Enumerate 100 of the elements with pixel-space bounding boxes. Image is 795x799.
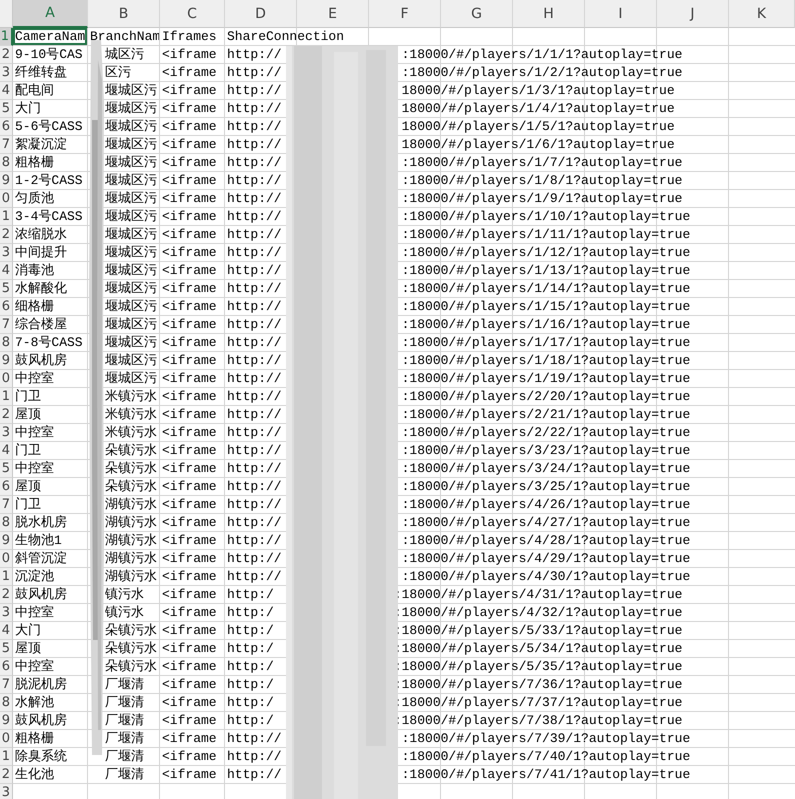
url-text: :18000/#/players/1/11/1?autoplay=true <box>402 226 690 243</box>
row-header[interactable]: 2 <box>0 586 13 604</box>
row-header[interactable]: 5 <box>0 640 13 658</box>
row-header[interactable]: 4 <box>0 622 13 640</box>
row-header[interactable]: 2 <box>0 766 13 784</box>
table-cell-text: 门卫 <box>14 442 42 459</box>
url-text: :18000/#/players/1/7/1?autoplay=true <box>402 154 682 171</box>
row-header[interactable]: 0 <box>0 550 13 568</box>
row-header[interactable]: 8 <box>0 514 13 532</box>
row-header[interactable]: 8 <box>0 694 13 712</box>
row-header[interactable]: 9 <box>0 172 13 190</box>
row-header[interactable]: 1 <box>0 388 13 406</box>
row-header[interactable]: 2 <box>0 406 13 424</box>
column-header[interactable]: G <box>441 0 513 28</box>
row-header[interactable]: 4 <box>0 82 13 100</box>
row-header[interactable]: 2 <box>0 46 13 64</box>
table-cell-text: <iframe <box>161 586 218 603</box>
column-header[interactable]: E <box>297 0 369 28</box>
column-header[interactable]: J <box>657 0 729 28</box>
table-cell-text: 堰城区污 <box>104 226 158 243</box>
table-cell-text: 鼓风机房 <box>14 712 68 729</box>
table-cell-text: <iframe <box>161 262 218 279</box>
row-header[interactable]: 6 <box>0 118 13 136</box>
table-cell-text: 中控室 <box>14 424 55 441</box>
column-header[interactable]: H <box>513 0 585 28</box>
table-cell-text: 屋顶 <box>14 478 42 495</box>
row-header[interactable]: 1 <box>0 568 13 586</box>
url-text: 18000/#/players/1/5/1?autoplay=true <box>402 118 675 135</box>
row-header[interactable]: 1 <box>0 28 13 46</box>
url-text: http:// <box>227 514 282 531</box>
url-text: :18000/#/players/1/1/1?autoplay=true <box>402 46 682 63</box>
row-header[interactable]: 5 <box>0 280 13 298</box>
table-cell-text: <iframe <box>161 100 218 117</box>
url-text: http:// <box>227 748 282 765</box>
url-text: :18000/#/players/5/34/1?autoplay=true <box>394 640 682 657</box>
table-cell-text: <iframe <box>161 118 218 135</box>
url-text: http:// <box>227 766 282 783</box>
row-header[interactable]: 3 <box>0 604 13 622</box>
row-header[interactable]: 9 <box>0 712 13 730</box>
row-header[interactable]: 0 <box>0 370 13 388</box>
row-header[interactable]: 7 <box>0 496 13 514</box>
column-header[interactable]: D <box>225 0 297 28</box>
url-text: http:/ <box>227 604 274 621</box>
url-text: :18000/#/players/1/19/1?autoplay=true <box>402 370 690 387</box>
row-header[interactable]: 3 <box>0 64 13 82</box>
row-header[interactable]: 8 <box>0 154 13 172</box>
row-header[interactable]: 0 <box>0 730 13 748</box>
table-cell-text: <iframe <box>161 226 218 243</box>
table-cell-text: 生物池1 <box>14 532 63 549</box>
row-header[interactable]: 1 <box>0 208 13 226</box>
row-header[interactable]: 3 <box>0 784 13 799</box>
row-header[interactable]: 0 <box>0 190 13 208</box>
table-cell-text: 堰城区污 <box>104 208 158 225</box>
url-text: :18000/#/players/4/29/1?autoplay=true <box>402 550 690 567</box>
table-cell-text: 粗格栅 <box>14 730 55 747</box>
url-text: http:// <box>227 262 282 279</box>
table-cell-text: 7-8号CASS <box>14 334 84 351</box>
row-header[interactable]: 8 <box>0 334 13 352</box>
row-header[interactable]: 6 <box>0 478 13 496</box>
url-text: :18000/#/players/1/8/1?autoplay=true <box>402 172 682 189</box>
column-header[interactable]: K <box>729 0 795 28</box>
table-cell-text: <iframe <box>161 388 218 405</box>
row-header[interactable]: 7 <box>0 316 13 334</box>
row-header[interactable]: 5 <box>0 460 13 478</box>
row-header[interactable]: 6 <box>0 298 13 316</box>
url-text: http:/ <box>227 712 274 729</box>
row-header[interactable]: 4 <box>0 442 13 460</box>
url-text: :18000/#/players/3/23/1?autoplay=true <box>402 442 690 459</box>
url-text: :18000/#/players/4/30/1?autoplay=true <box>402 568 690 585</box>
row-header[interactable]: 3 <box>0 424 13 442</box>
row-header[interactable]: 4 <box>0 262 13 280</box>
table-cell-text: 朵镇污水 <box>104 640 158 657</box>
select-all-corner[interactable] <box>0 0 13 28</box>
table-cell-text: <iframe <box>161 478 218 495</box>
column-header[interactable]: C <box>160 0 225 28</box>
url-text: :18000/#/players/4/26/1?autoplay=true <box>402 496 690 513</box>
row-header[interactable]: 9 <box>0 532 13 550</box>
url-text: http:// <box>227 244 282 261</box>
url-text: :18000/#/players/1/15/1?autoplay=true <box>402 298 690 315</box>
row-header[interactable]: 5 <box>0 100 13 118</box>
table-cell-text: 湖镇污水 <box>104 496 158 513</box>
url-text: :18000/#/players/1/12/1?autoplay=true <box>402 244 690 261</box>
column-header[interactable]: F <box>369 0 441 28</box>
url-text: 18000/#/players/1/3/1?autoplay=true <box>402 82 675 99</box>
table-cell-text: 米镇污水 <box>104 388 158 405</box>
row-header[interactable]: 9 <box>0 352 13 370</box>
column-header[interactable]: B <box>88 0 160 28</box>
column-header[interactable]: A <box>13 0 88 28</box>
table-cell-text: 堰城区污 <box>104 280 158 297</box>
row-header[interactable]: 3 <box>0 244 13 262</box>
url-text: :18000/#/players/7/40/1?autoplay=true <box>402 748 690 765</box>
table-cell-text: <iframe <box>161 766 218 783</box>
table-cell-text: 镇污水 <box>104 586 145 603</box>
row-header[interactable]: 7 <box>0 676 13 694</box>
row-header[interactable]: 1 <box>0 748 13 766</box>
url-text: http:// <box>227 136 282 153</box>
row-header[interactable]: 6 <box>0 658 13 676</box>
column-header[interactable]: I <box>585 0 657 28</box>
row-header[interactable]: 2 <box>0 226 13 244</box>
row-header[interactable]: 7 <box>0 136 13 154</box>
